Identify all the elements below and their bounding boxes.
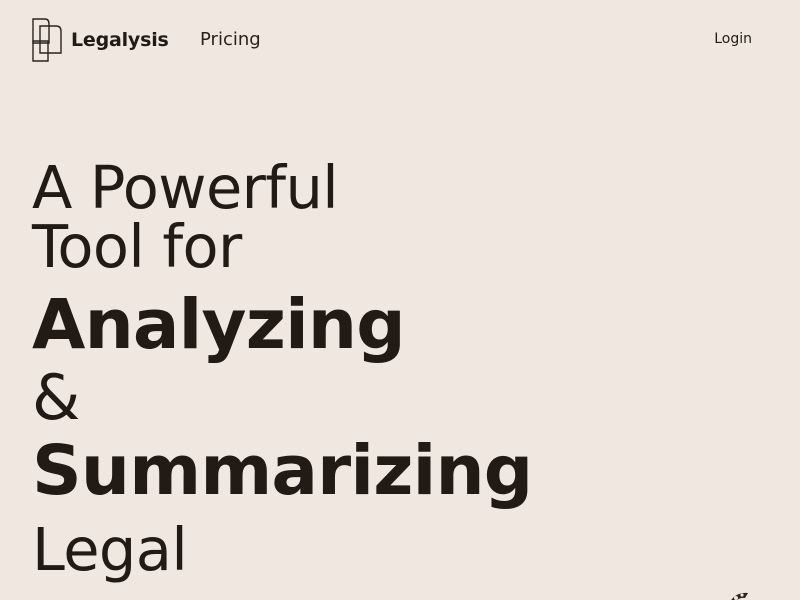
hero-line-ampersand: & [32,361,80,434]
hero-line-analyzing: Analyzing [32,285,406,365]
hero-line-summarizing: Summarizing [32,431,533,511]
decorative-mark-icon [731,592,748,600]
hero-line-tool-for: Tool for [32,212,242,281]
pricing-nav-link[interactable]: Pricing [200,29,261,50]
home-logo-link[interactable]: Legalysis [32,18,169,62]
legalysis-logo-icon [32,18,62,62]
login-link[interactable]: Login [714,31,752,47]
brand-name: Legalysis [71,29,169,51]
hero-headline: A Powerful Tool for Analyzing & Summariz… [32,158,592,584]
landing-page: Legalysis Pricing Login A Powerful Tool … [0,0,800,600]
hero-line-a-powerful: A Powerful [32,153,339,222]
decorative-arc-icon [590,594,620,600]
hero-line-legal: Legal [32,515,188,584]
top-navigation: Legalysis Pricing Login [0,0,800,80]
